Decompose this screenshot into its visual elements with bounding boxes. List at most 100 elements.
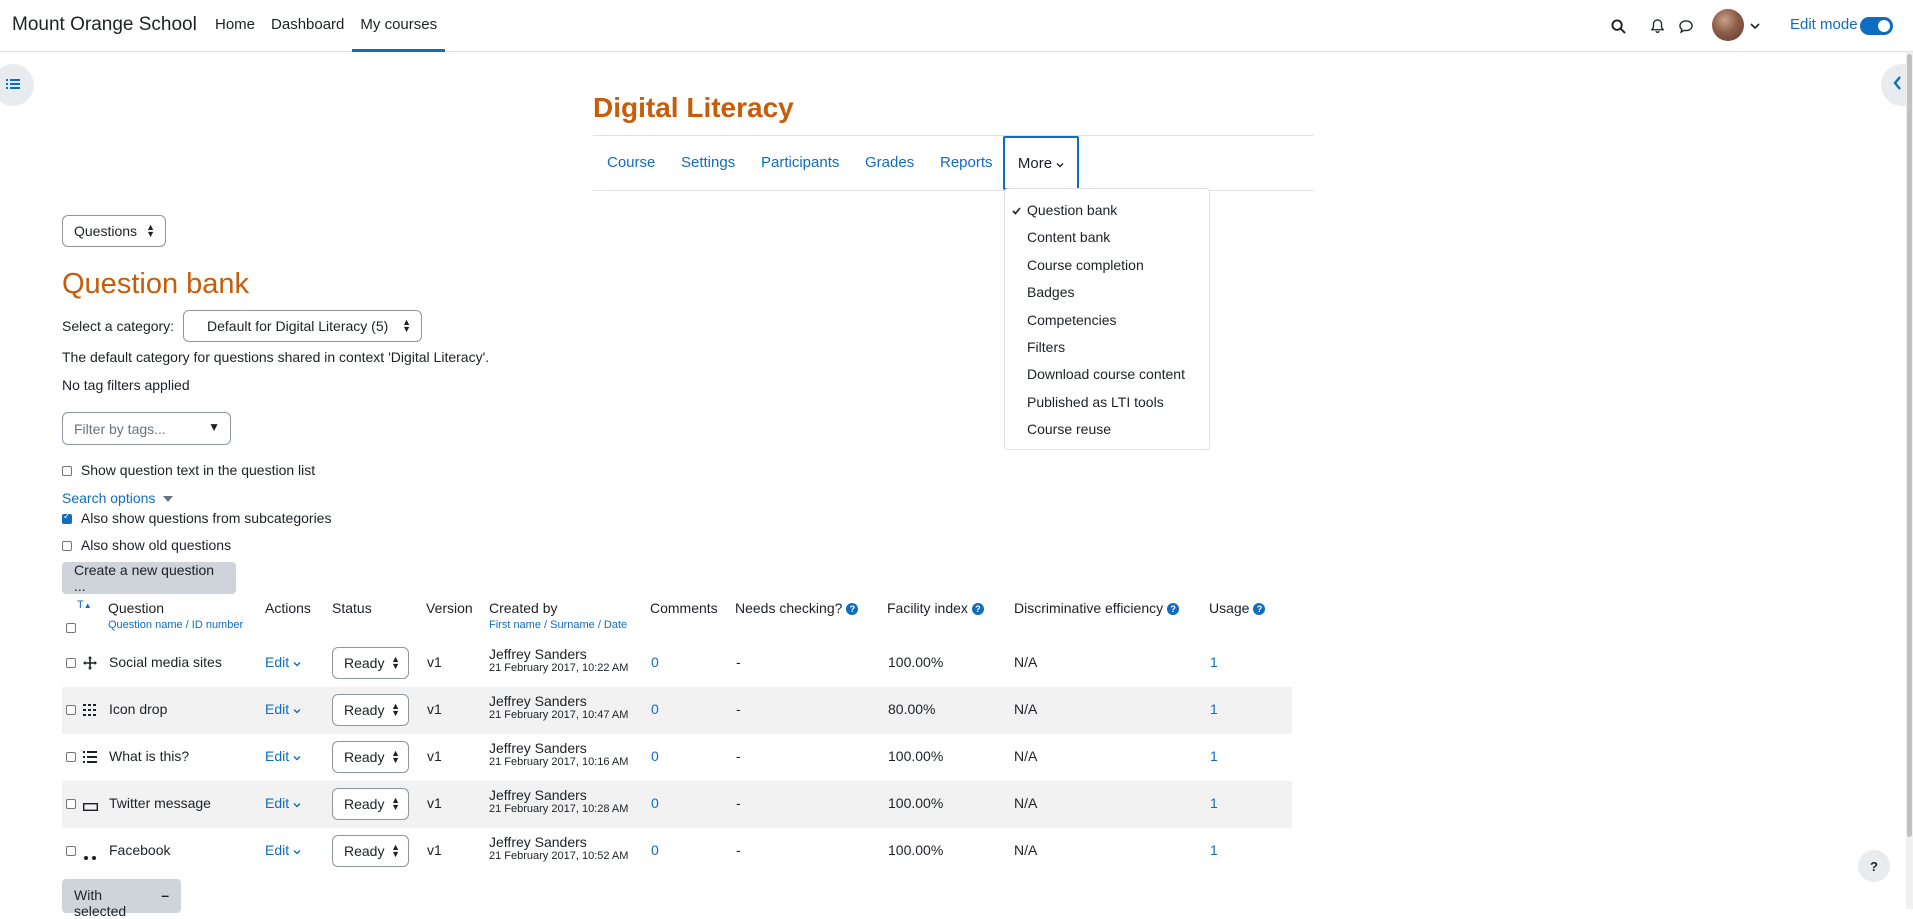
selector-value: Questions <box>74 223 138 239</box>
usage-link[interactable]: 1 <box>1210 795 1218 811</box>
edit-menu[interactable]: Edit <box>265 748 301 764</box>
with-selected-label: With selected <box>74 887 127 919</box>
comments-link[interactable]: 0 <box>651 701 659 717</box>
help-icon[interactable]: ? <box>971 603 984 616</box>
show-question-text-label: Show question text in the question list <box>80 462 316 478</box>
short-answer-icon <box>82 799 99 815</box>
status-select[interactable]: Ready ▲ ▼ <box>332 694 409 726</box>
tag-filter-input[interactable]: Filter by tags... ▼ <box>62 412 231 445</box>
create-new-question-button[interactable]: Create a new question ... <box>62 562 236 594</box>
question-header[interactable]: Question <box>108 600 164 616</box>
status-select[interactable]: Ready ▲ ▼ <box>332 741 409 773</box>
row-checkbox[interactable] <box>66 846 76 857</box>
edit-menu[interactable]: Edit <box>265 795 301 811</box>
select-arrows-icon: ▲ ▼ <box>391 654 400 671</box>
tab-grades[interactable]: Grades <box>865 154 914 171</box>
more-dropdown-menu: Question bank Content bank Course comple… <box>1004 188 1210 450</box>
scrollbar-thumb[interactable] <box>1907 54 1912 837</box>
tab-more[interactable]: More <box>1003 136 1079 190</box>
user-avatar[interactable] <box>1712 9 1744 41</box>
category-select[interactable]: Default for Digital Literacy (5) ▲ ▼ <box>183 310 422 342</box>
usage-link[interactable]: 1 <box>1210 654 1218 670</box>
nav-home[interactable]: Home <box>207 0 263 52</box>
select-arrows-icon: ▲ ▼ <box>391 842 400 859</box>
created-by-sort-links[interactable]: First name / Surname / Date <box>489 619 627 631</box>
menu-item-label: Question bank <box>1027 202 1118 218</box>
nav-dashboard[interactable]: Dashboard <box>263 0 352 52</box>
old-questions-option: Also show old questions <box>62 537 231 553</box>
sort-by-type[interactable]: T▲ <box>77 599 92 611</box>
version: v1 <box>427 701 442 717</box>
comments-link[interactable]: 0 <box>651 842 659 858</box>
status-select[interactable]: Ready ▲ ▼ <box>332 647 409 679</box>
menu-item-lti-tools[interactable]: Published as LTI tools <box>1005 389 1209 416</box>
version: v1 <box>427 654 442 670</box>
version: v1 <box>427 748 442 764</box>
edit-menu[interactable]: Edit <box>265 701 301 717</box>
edit-menu[interactable]: Edit <box>265 654 301 670</box>
version: v1 <box>427 795 442 811</box>
tab-participants[interactable]: Participants <box>761 154 839 171</box>
course-index-toggle[interactable] <box>0 64 34 106</box>
course-secondary-navigation: Course Settings Participants Grades Repo… <box>593 135 1313 191</box>
row-checkbox[interactable] <box>66 658 76 669</box>
menu-item-content-bank[interactable]: Content bank <box>1005 224 1209 251</box>
edit-menu[interactable]: Edit <box>265 842 301 858</box>
comments-link[interactable]: 0 <box>651 654 659 670</box>
qbank-page-selector[interactable]: Questions ▲ ▼ <box>62 215 166 247</box>
subcategories-option: Also show questions from subcategories <box>62 510 331 526</box>
tab-course[interactable]: Course <box>607 154 655 171</box>
facility-index: 100.00% <box>888 654 944 670</box>
help-icon[interactable]: ? <box>846 603 859 616</box>
bell-icon[interactable] <box>1647 16 1667 36</box>
menu-item-filters[interactable]: Filters <box>1005 334 1209 361</box>
menu-item-question-bank[interactable]: Question bank <box>1005 197 1209 224</box>
messages-icon[interactable] <box>1676 16 1696 36</box>
more-label: More <box>1017 154 1053 172</box>
search-options-toggle[interactable]: Search options <box>62 490 174 506</box>
old-questions-label: Also show old questions <box>80 537 232 553</box>
help-icon[interactable]: ? <box>1253 603 1266 616</box>
discriminative-efficiency-header: Discriminative efficiency? <box>1014 600 1180 616</box>
row-checkbox[interactable] <box>66 752 76 763</box>
site-name[interactable]: Mount Orange School <box>12 14 197 36</box>
menu-item-competencies[interactable]: Competencies <box>1005 307 1209 334</box>
facility-index-label: Facility index <box>887 600 968 616</box>
status-select[interactable]: Ready ▲ ▼ <box>332 835 409 867</box>
chevron-down-icon[interactable] <box>1745 16 1765 36</box>
created-by-header[interactable]: Created by <box>489 600 557 616</box>
search-icon[interactable] <box>1608 16 1628 36</box>
show-question-text-checkbox[interactable] <box>62 466 72 477</box>
menu-item-course-reuse[interactable]: Course reuse <box>1005 416 1209 443</box>
menu-item-download-course-content[interactable]: Download course content <box>1005 361 1209 388</box>
table-row: What is this? Edit Ready ▲ ▼ v1 Jeffrey Sa… <box>62 734 1292 781</box>
row-checkbox[interactable] <box>66 799 76 810</box>
usage-link[interactable]: 1 <box>1210 701 1218 717</box>
edit-mode-toggle[interactable] <box>1860 17 1893 35</box>
select-all-checkbox[interactable] <box>66 623 76 634</box>
row-checkbox[interactable] <box>66 705 76 716</box>
help-icon[interactable]: ? <box>1167 603 1180 616</box>
usage-link[interactable]: 1 <box>1210 748 1218 764</box>
status-select[interactable]: Ready ▲ ▼ <box>332 788 409 820</box>
comments-link[interactable]: 0 <box>651 748 659 764</box>
with-selected-button[interactable]: With selected – <box>62 879 181 919</box>
needs-checking-header: Needs checking?? <box>735 600 859 616</box>
subcategories-checkbox[interactable] <box>62 511 72 525</box>
drag-drop-grid-icon <box>83 703 97 720</box>
usage-link[interactable]: 1 <box>1210 842 1218 858</box>
tab-settings[interactable]: Settings <box>681 154 735 171</box>
sort-asc-icon: ▲ <box>83 601 92 610</box>
comments-link[interactable]: 0 <box>651 795 659 811</box>
discriminative-efficiency: N/A <box>1014 748 1038 764</box>
question-sort-links[interactable]: Question name / ID number <box>108 619 243 631</box>
tag-filter-placeholder: Filter by tags... <box>74 420 166 437</box>
menu-item-course-completion[interactable]: Course completion <box>1005 252 1209 279</box>
tab-reports[interactable]: Reports <box>940 154 993 171</box>
help-button[interactable]: ? <box>1858 850 1890 882</box>
chevron-down-icon <box>1056 155 1064 172</box>
facility-index: 100.00% <box>888 748 944 764</box>
nav-my-courses[interactable]: My courses <box>352 0 445 52</box>
old-questions-checkbox[interactable] <box>62 541 72 552</box>
menu-item-badges[interactable]: Badges <box>1005 279 1209 306</box>
